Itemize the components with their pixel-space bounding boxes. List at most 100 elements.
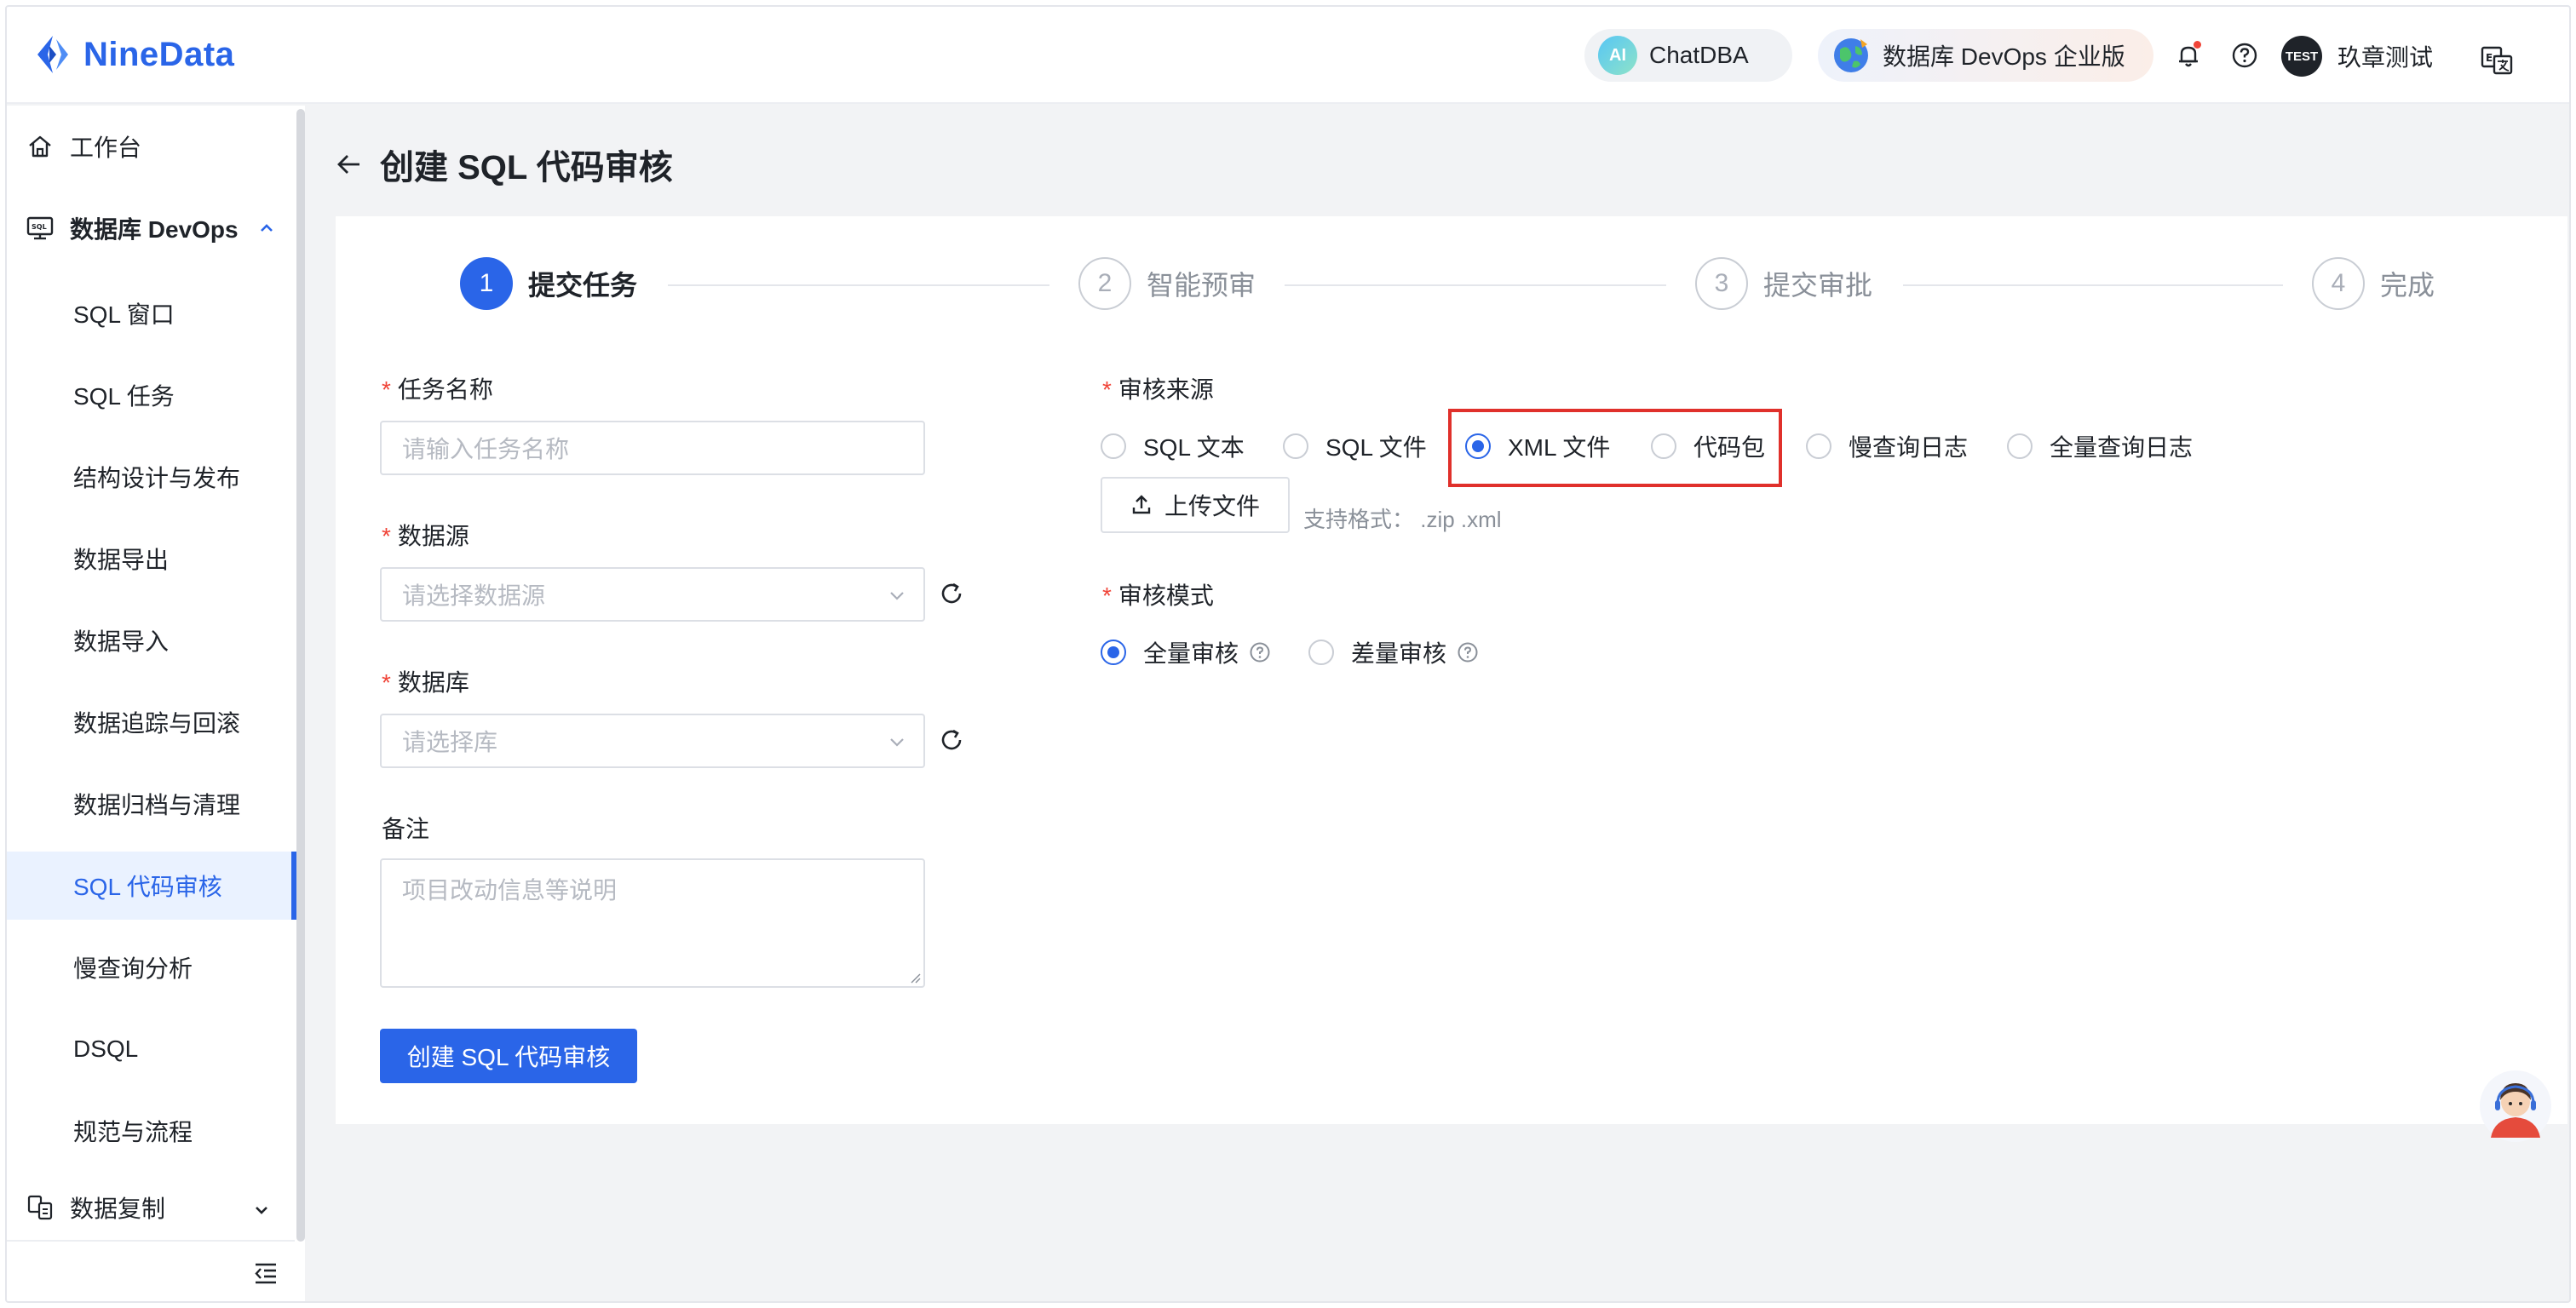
- sidebar-item-label: 结构设计与发布: [73, 465, 241, 491]
- radio-label: SQL 文件: [1325, 434, 1427, 461]
- question-circle-icon[interactable]: [1249, 641, 1271, 663]
- step-number: 3: [1695, 257, 1748, 310]
- radio-label: 慢查询日志: [1849, 434, 1969, 461]
- user-name: 玖章测试: [2337, 44, 2434, 71]
- step-number: 4: [2312, 257, 2365, 310]
- source-option-sql-text[interactable]: SQL 文本: [1101, 429, 1245, 463]
- datasource-label: * 数据源: [382, 518, 469, 552]
- button-label: 创建 SQL 代码审核: [406, 1044, 611, 1070]
- radio-button[interactable]: [1101, 433, 1126, 459]
- source-option-slow-query-log[interactable]: 慢查询日志: [1806, 429, 1968, 463]
- upload-file-button[interactable]: 上传文件: [1101, 477, 1290, 533]
- notification-dot: [2194, 41, 2201, 49]
- database-select[interactable]: 请选择库: [380, 714, 925, 768]
- task-name-label: * 任务名称: [382, 371, 493, 405]
- sidebar-item-label: 数据追踪与回滚: [73, 710, 241, 737]
- create-sql-review-button[interactable]: 创建 SQL 代码审核: [380, 1029, 637, 1083]
- sidebar-item-dsql[interactable]: DSQL: [7, 1015, 295, 1083]
- sidebar-item-label: DSQL: [73, 1036, 139, 1062]
- form-card: 1 提交任务 2 智能预审 3 提交审批 4 完成 * 任务名称 请输入任务名称 …: [336, 216, 2567, 1124]
- brand-name: NineData: [83, 35, 235, 73]
- sidebar-scrollbar[interactable]: [296, 109, 305, 1242]
- radio-button[interactable]: [2007, 433, 2033, 459]
- step-connector: [1903, 284, 2283, 286]
- radio-button[interactable]: [1308, 640, 1334, 665]
- upload-icon: [1132, 495, 1151, 514]
- sidebar-item-rules-process[interactable]: 规范与流程: [7, 1097, 295, 1165]
- sidebar-group-replication[interactable]: 数据复制: [7, 1168, 295, 1247]
- chatdba-label: ChatDBA: [1649, 42, 1749, 68]
- replication-icon: [27, 1195, 53, 1220]
- sidebar-item-data-tracking[interactable]: 数据追踪与回滚: [7, 688, 295, 756]
- sidebar-item-sql-code-review[interactable]: SQL 代码审核: [7, 852, 296, 920]
- assistant-avatar-icon[interactable]: [2479, 1070, 2552, 1143]
- step-label: 提交任务: [528, 270, 638, 301]
- sidebar-item-slow-query[interactable]: 慢查询分析: [7, 933, 295, 1001]
- refresh-database-icon[interactable]: [939, 727, 964, 753]
- mode-option-full[interactable]: 全量审核: [1101, 635, 1271, 669]
- chevron-up-icon: [260, 224, 273, 232]
- field-label: 数据库: [397, 669, 469, 696]
- radio-button[interactable]: [1283, 433, 1308, 459]
- page-title: 创建 SQL 代码审核: [380, 149, 673, 186]
- select-placeholder: 请选择库: [402, 729, 498, 755]
- step-submit-approval: 3 提交审批: [1695, 257, 1872, 310]
- back-arrow-icon[interactable]: [334, 149, 365, 180]
- collapse-sidebar-icon[interactable]: [252, 1260, 279, 1286]
- avatar: TEST: [2281, 36, 2322, 77]
- home-icon: [29, 135, 51, 158]
- sidebar-item-workbench[interactable]: 工作台: [7, 106, 295, 187]
- database-label: * 数据库: [382, 664, 469, 698]
- devops-edition-button[interactable]: 数据库 DevOps 企业版: [1818, 29, 2153, 82]
- radio-label: 全量查询日志: [2050, 434, 2194, 461]
- step-label: 完成: [2380, 270, 2435, 301]
- sql-monitor-icon: SQL: [26, 216, 54, 240]
- source-option-sql-file[interactable]: SQL 文件: [1283, 429, 1427, 463]
- sidebar-item-label: 数据导入: [73, 628, 170, 655]
- field-label: 任务名称: [397, 376, 493, 403]
- radio-label: 差量审核: [1351, 640, 1447, 667]
- globe-icon: [1834, 38, 1868, 72]
- ai-badge-icon: AI: [1598, 36, 1637, 75]
- sidebar-item-label: 慢查询分析: [73, 955, 193, 982]
- question-circle-icon[interactable]: [1457, 641, 1479, 663]
- refresh-datasource-icon[interactable]: [939, 581, 964, 606]
- radio-label: SQL 文本: [1143, 434, 1245, 461]
- select-placeholder: 请选择数据源: [402, 582, 546, 609]
- sidebar-group-devops[interactable]: SQL 数据库 DevOps: [7, 187, 295, 269]
- radio-button[interactable]: [1806, 433, 1831, 459]
- mode-option-incremental[interactable]: 差量审核: [1308, 635, 1479, 669]
- user-menu[interactable]: TEST 玖章测试: [2281, 36, 2433, 77]
- sidebar-item-label: 数据导出: [73, 547, 170, 573]
- help-button[interactable]: [2230, 41, 2259, 70]
- remark-textarea[interactable]: 项目改动信息等说明: [380, 858, 925, 988]
- source-option-full-query-log[interactable]: 全量查询日志: [2007, 429, 2193, 463]
- sidebar-item-data-archive[interactable]: 数据归档与清理: [7, 770, 295, 838]
- audit-mode-label: * 审核模式: [1102, 577, 1214, 611]
- sidebar-item-sql-task[interactable]: SQL 任务: [7, 361, 295, 429]
- sidebar-item-label: 工作台: [70, 135, 142, 161]
- sidebar-group-label: 数据库 DevOps: [70, 216, 239, 243]
- radio-button-selected[interactable]: [1101, 640, 1126, 665]
- ninedata-logo-icon: [37, 36, 68, 73]
- required-mark: *: [1102, 376, 1112, 403]
- resize-handle-icon[interactable]: [910, 972, 922, 984]
- sidebar-item-data-export[interactable]: 数据导出: [7, 525, 295, 593]
- sidebar-item-sql-window[interactable]: SQL 窗口: [7, 279, 295, 347]
- sidebar-item-schema-design[interactable]: 结构设计与发布: [7, 443, 295, 511]
- chatdba-button[interactable]: AI ChatDBA: [1584, 29, 1792, 82]
- highlight-annotation-box: [1448, 409, 1782, 487]
- required-mark: *: [382, 376, 391, 403]
- notifications-button[interactable]: [2174, 41, 2203, 70]
- step-label: 提交审批: [1763, 270, 1873, 301]
- required-mark: *: [382, 523, 391, 549]
- language-switch-icon[interactable]: En: [2481, 46, 2513, 75]
- sidebar-item-label: 规范与流程: [73, 1119, 193, 1145]
- step-submit-task: 1 提交任务: [460, 257, 637, 310]
- sidebar-item-data-import[interactable]: 数据导入: [7, 606, 295, 674]
- field-label: 审核来源: [1118, 376, 1214, 403]
- brand-logo[interactable]: NineData: [31, 32, 234, 77]
- datasource-select[interactable]: 请选择数据源: [380, 567, 925, 622]
- task-name-input[interactable]: 请输入任务名称: [380, 421, 925, 475]
- step-connector: [668, 284, 1049, 286]
